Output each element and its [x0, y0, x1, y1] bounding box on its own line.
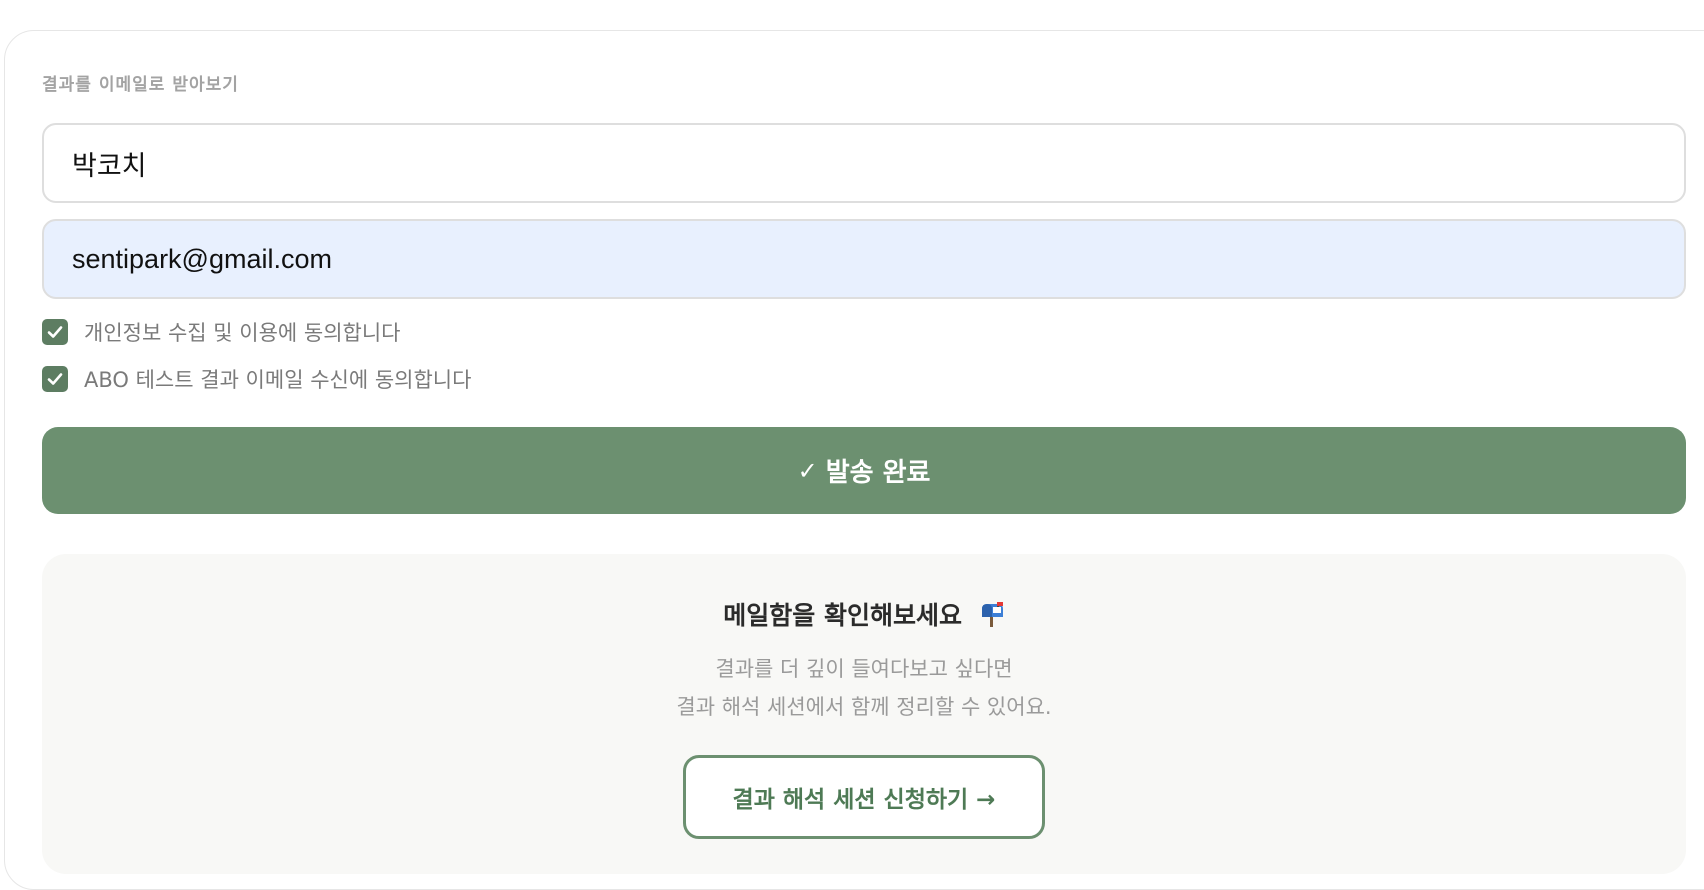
name-input[interactable] — [42, 123, 1686, 203]
send-complete-button[interactable]: ✓ 발송 완료 — [42, 427, 1686, 514]
mailbox-icon — [981, 602, 1003, 627]
check-mailbox-panel: 메일함을 확인해보세요 결과를 더 깊이 들여다보고 싶다면 결과 해석 세션에… — [42, 554, 1686, 874]
email-input[interactable] — [42, 219, 1686, 299]
privacy-consent-label: 개인정보 수집 및 이용에 동의합니다 — [84, 321, 401, 345]
privacy-consent-row[interactable]: 개인정보 수집 및 이용에 동의합니다 — [42, 318, 401, 346]
check-icon — [47, 326, 63, 338]
info-desc-line-1: 결과를 더 깊이 들여다보고 싶다면 — [715, 657, 1013, 681]
send-complete-label: 발송 완료 — [825, 458, 931, 488]
section-label: 결과를 이메일로 받아보기 — [42, 75, 239, 95]
info-description: 결과를 더 깊이 들여다보고 싶다면 결과 해석 세션에서 함께 정리할 수 있… — [42, 650, 1686, 726]
email-consent-row[interactable]: ABO 테스트 결과 이메일 수신에 동의합니다 — [42, 365, 471, 393]
info-desc-line-2: 결과 해석 세션에서 함께 정리할 수 있어요. — [676, 695, 1052, 719]
info-title-text: 메일함을 확인해보세요 — [723, 601, 962, 630]
check-mark-icon: ✓ — [797, 456, 818, 485]
check-icon — [47, 373, 63, 385]
apply-session-button[interactable]: 결과 해석 세션 신청하기 → — [683, 755, 1045, 839]
privacy-consent-checkbox[interactable] — [42, 319, 68, 345]
email-consent-label: ABO 테스트 결과 이메일 수신에 동의합니다 — [84, 368, 472, 392]
email-consent-checkbox[interactable] — [42, 366, 68, 392]
info-title: 메일함을 확인해보세요 — [42, 596, 1686, 632]
